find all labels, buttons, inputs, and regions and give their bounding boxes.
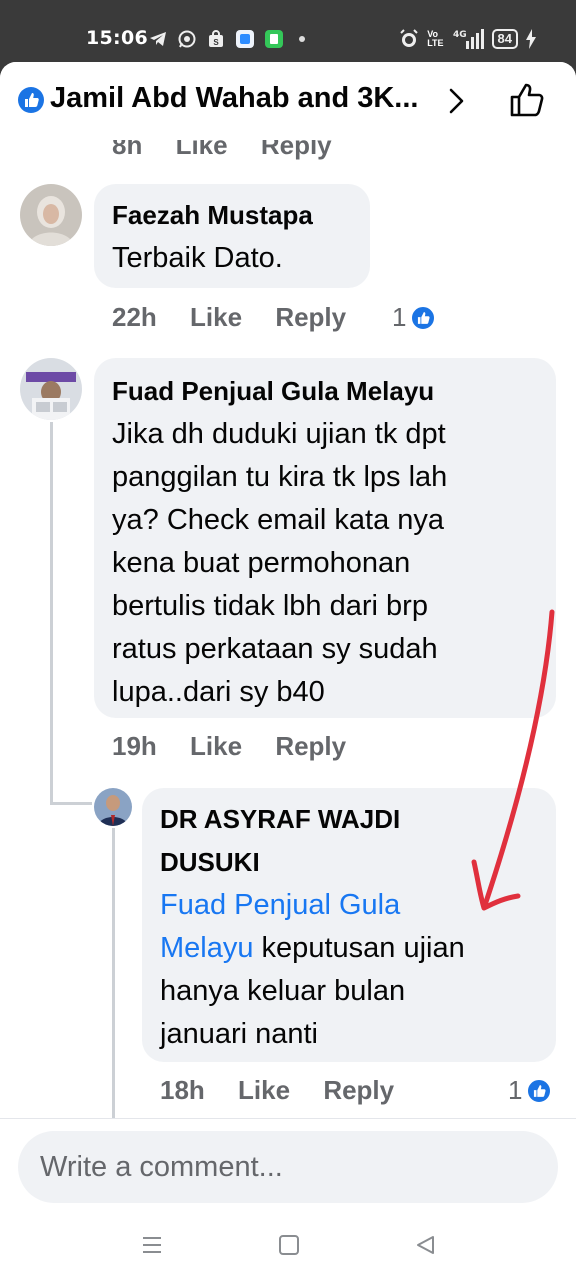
comment-text: Terbaik Dato. (112, 242, 283, 274)
reaction-count[interactable]: 1 (392, 302, 437, 333)
comment-meta: 19h Like Reply (112, 731, 346, 762)
comment-time: 19h (112, 731, 157, 761)
comment-time: 18h (160, 1075, 205, 1105)
menu-icon[interactable] (141, 1234, 163, 1256)
home-square-icon[interactable] (278, 1234, 300, 1256)
author-line: DUSUKI (160, 847, 260, 877)
system-navigation-bar (0, 1218, 576, 1280)
reaction-count-value: 1 (392, 302, 407, 332)
comment-bubble[interactable]: Faezah Mustapa Terbaik Dato. (94, 184, 370, 288)
thumbs-up-icon[interactable] (508, 80, 548, 120)
like-reaction-icon (18, 87, 44, 113)
reply-link[interactable]: Reply (275, 731, 346, 761)
reply-link[interactable]: Reply (275, 302, 346, 332)
signal-4g-icon: 4G (453, 29, 484, 49)
battery-indicator: 84 (491, 29, 518, 49)
comment-line: lupa..dari sy b40 (112, 676, 325, 708)
reaction-count[interactable]: 1 (508, 1075, 553, 1106)
author-line: DR ASYRAF WAJDI (160, 804, 401, 834)
volte-icon: Vo LTE (427, 29, 444, 48)
reaction-count-value: 1 (508, 1075, 523, 1105)
svg-text:S: S (213, 38, 219, 47)
charging-icon (526, 29, 536, 49)
like-link[interactable]: Like (238, 1075, 290, 1105)
telegram-icon (150, 32, 166, 46)
comment-time: 22h (112, 302, 157, 332)
comment-text: Fuad Penjual Gula Melayu keputusan ujian… (160, 884, 538, 1056)
comment-author[interactable]: DR ASYRAF WAJDI DUSUKI (160, 798, 538, 884)
comment-author[interactable]: Faezah Mustapa (112, 194, 352, 237)
chevron-right-icon[interactable] (445, 86, 469, 116)
notification-icons: S (148, 27, 305, 51)
mention-link[interactable]: Melayu (160, 932, 254, 964)
shopping-bag-icon: S (209, 30, 223, 47)
comment-line: bertulis tidak lbh dari brp (112, 590, 428, 622)
like-reaction-icon (526, 1077, 553, 1104)
like-link[interactable]: Like (190, 731, 242, 761)
reply-bubble[interactable]: DR ASYRAF WAJDI DUSUKI Fuad Penjual Gula… (142, 788, 556, 1062)
app-icon-green (265, 30, 283, 48)
comment-line: hanya keluar bulan (160, 975, 406, 1007)
comment-line: panggilan tu kira tk lps lah (112, 461, 448, 493)
reactions-title[interactable]: Jamil Abd Wahab and 3K... (50, 82, 418, 115)
thread-line (112, 828, 115, 1118)
comment-composer (0, 1118, 576, 1218)
whatsapp-icon (178, 30, 196, 48)
comments-sheet: Jamil Abd Wahab and 3K... 8h Like Reply … (0, 62, 576, 1218)
status-time: 15:06 (86, 27, 148, 49)
reply-link[interactable]: Reply (323, 1075, 394, 1105)
comment-line: kena buat permohonan (112, 547, 411, 579)
comment-text: Jika dh duduki ujian tk dpt panggilan tu… (112, 413, 538, 714)
svg-text:4G: 4G (453, 30, 467, 40)
comment-line: keputusan ujian (253, 932, 465, 964)
comment-meta: 22h Like Reply (112, 302, 346, 333)
comment-line: ratus perkataan sy sudah (112, 633, 438, 665)
back-triangle-icon[interactable] (414, 1234, 436, 1256)
dot-icon (299, 36, 305, 42)
comment-author[interactable]: Fuad Penjual Gula Melayu (112, 370, 538, 413)
app-icon (236, 30, 254, 48)
comment-line: Jika dh duduki ujian tk dpt (112, 418, 446, 450)
reactions-header[interactable]: Jamil Abd Wahab and 3K... (0, 62, 576, 140)
comment-meta: 18h Like Reply (160, 1075, 394, 1106)
comment-bubble[interactable]: Fuad Penjual Gula Melayu Jika dh duduki … (94, 358, 556, 718)
avatar[interactable] (20, 358, 82, 420)
thread-line (50, 422, 53, 804)
mention-link[interactable]: Fuad Penjual Gula (160, 889, 400, 921)
comment-line: ya? Check email kata nya (112, 504, 445, 536)
avatar[interactable] (94, 788, 132, 826)
comment-input[interactable] (18, 1131, 558, 1203)
like-reaction-icon (410, 304, 437, 331)
thread-line (50, 802, 92, 805)
alarm-icon (400, 29, 418, 47)
system-icons: Vo LTE 4G 84 (399, 27, 536, 51)
like-link[interactable]: Like (190, 302, 242, 332)
comment-line: januari nanti (160, 1018, 318, 1050)
avatar[interactable] (20, 184, 82, 246)
